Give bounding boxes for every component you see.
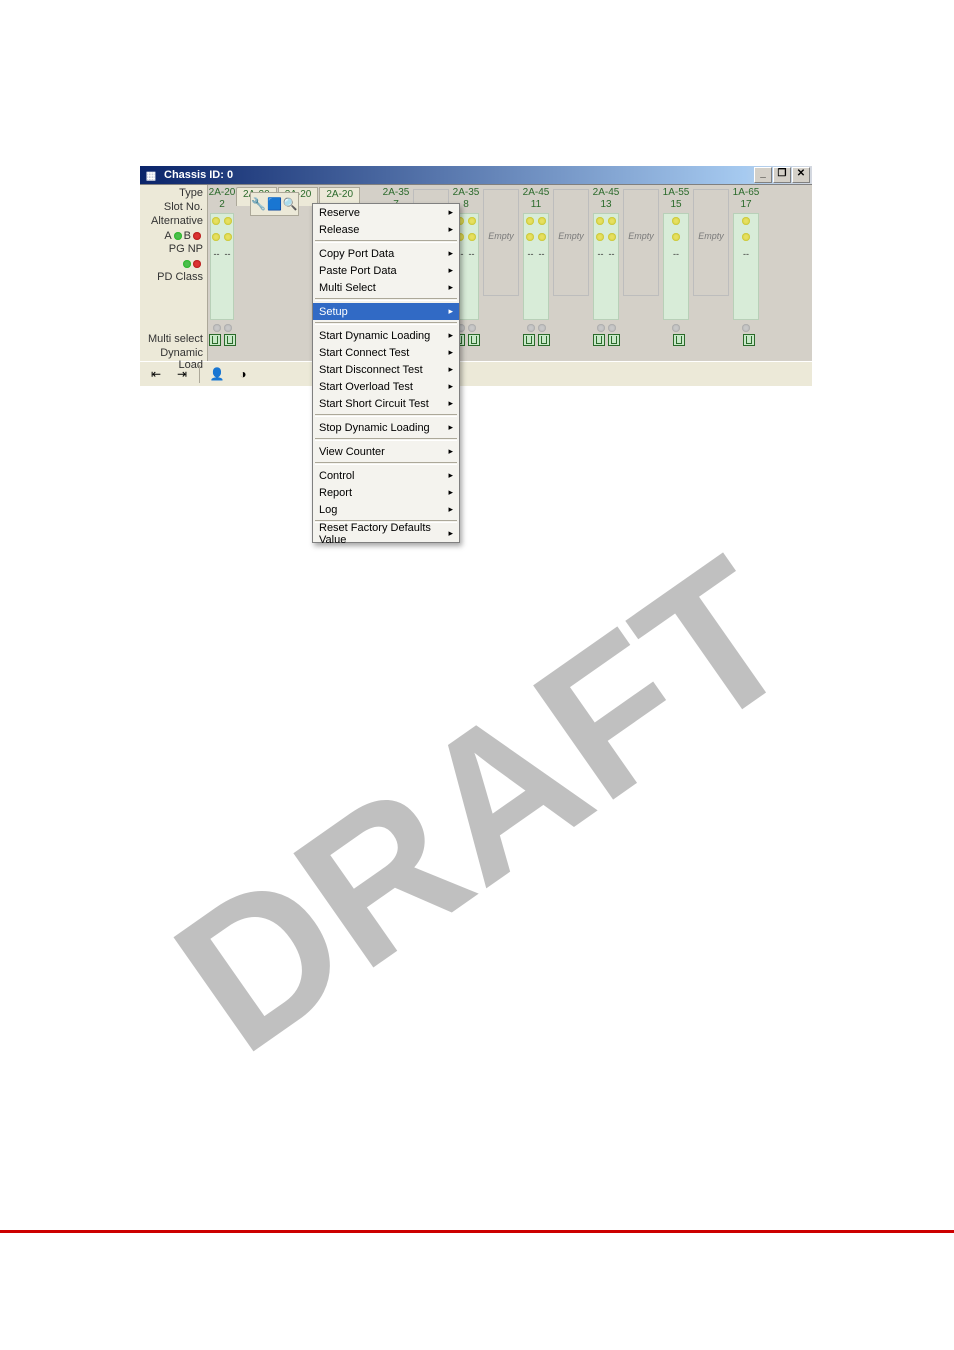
menu-start-connect-test[interactable]: Start Connect Test▸ — [313, 344, 459, 361]
submenu-arrow-icon: ▸ — [448, 207, 453, 218]
slot-empty: Empty — [691, 187, 731, 361]
menu-paste-port-data[interactable]: Paste Port Data▸ — [313, 262, 459, 279]
toolbar-btn-c[interactable]: 👤 — [205, 363, 229, 385]
slot-body[interactable]: -- -- — [210, 213, 234, 320]
toolbar-btn-b[interactable]: ⇥ — [170, 363, 194, 385]
slot-dash: -- -- — [214, 249, 231, 259]
led-b-icon — [193, 232, 201, 240]
window-title: Chassis ID: 0 — [162, 169, 754, 181]
minimize-button[interactable]: _ — [754, 167, 772, 183]
slot-col-2[interactable]: 2A-202 -- -- — [208, 187, 236, 361]
led-green-icon — [183, 260, 191, 268]
dot-icon — [224, 217, 232, 225]
app-icon: ▦ — [143, 167, 159, 183]
dot-icon — [224, 233, 232, 241]
slot-col-15[interactable]: 1A-5515 -- — [661, 187, 691, 361]
dyn-icon[interactable] — [209, 334, 221, 346]
app-window: ▦ Chassis ID: 0 _ ❐ ✕ Type Slot No. Alte… — [140, 166, 812, 386]
palette-icon[interactable]: 🟦 — [267, 197, 281, 211]
menu-view-counter[interactable]: View Counter▸ — [313, 443, 459, 460]
menu-start-overload-test[interactable]: Start Overload Test▸ — [313, 378, 459, 395]
slot-empty: Empty — [551, 187, 591, 361]
arrow-right-icon: ⇥ — [175, 367, 189, 381]
label-pdclass: PD Class — [140, 271, 207, 285]
label-alternative: Alternative — [140, 215, 207, 229]
slot-type: 2A-20 — [209, 187, 236, 198]
menu-start-disconnect-test[interactable]: Start Disconnect Test▸ — [313, 361, 459, 378]
label-dynamicload: Dynamic Load — [140, 347, 207, 361]
label-type: Type — [140, 187, 207, 201]
menu-separator — [315, 240, 457, 243]
context-menu[interactable]: Reserve▸ Release▸ Copy Port Data▸ Paste … — [312, 203, 460, 543]
menu-stop-dynamic-loading[interactable]: Stop Dynamic Loading▸ — [313, 419, 459, 436]
zoom-icon[interactable]: 🔍 — [283, 197, 297, 211]
draft-watermark: DRAFT — [100, 420, 860, 1180]
menu-reserve[interactable]: Reserve▸ — [313, 204, 459, 221]
label-slotno: Slot No. — [140, 201, 207, 215]
dot-icon — [212, 217, 220, 225]
dot-icon — [212, 233, 220, 241]
led-row — [140, 257, 207, 271]
menu-copy-port-data[interactable]: Copy Port Data▸ — [313, 245, 459, 262]
menu-setup[interactable]: Setup▸ — [313, 303, 459, 320]
toolbar-peek: 🔧 🟦 🔍 — [250, 192, 299, 216]
menu-control[interactable]: Control▸ — [313, 467, 459, 484]
dyn-icon[interactable] — [224, 334, 236, 346]
close-button[interactable]: ✕ — [792, 167, 810, 183]
menu-start-dynamic-loading[interactable]: Start Dynamic Loading▸ — [313, 327, 459, 344]
arrow-left-icon: ⇤ — [149, 367, 163, 381]
menu-reset-factory-defaults[interactable]: Reset Factory Defaults Value▸ — [313, 525, 459, 542]
menu-multi-select[interactable]: Multi Select▸ — [313, 279, 459, 296]
menu-release[interactable]: Release▸ — [313, 221, 459, 238]
svg-text:DRAFT: DRAFT — [137, 515, 829, 1094]
led-red-icon — [193, 260, 201, 268]
slot-col-13[interactable]: 2A-4513 -- -- — [591, 187, 621, 361]
restore-button[interactable]: ❐ — [773, 167, 791, 183]
tool-icon[interactable]: 🔧 — [252, 197, 266, 211]
user-icon: 👤 — [210, 367, 224, 381]
menu-report[interactable]: Report▸ — [313, 484, 459, 501]
slot-empty: Empty — [481, 187, 521, 361]
led-a-icon — [174, 232, 182, 240]
label-ab-leds: A B — [140, 229, 207, 243]
multi-dot-icon[interactable] — [213, 324, 221, 332]
slot-col-17[interactable]: 1A-6517 -- — [731, 187, 761, 361]
multi-dot-icon[interactable] — [224, 324, 232, 332]
label-multiselect: Multi select — [140, 333, 207, 347]
toolbar-btn-a[interactable]: ⇤ — [144, 363, 168, 385]
slot-empty: Empty — [621, 187, 661, 361]
menu-log[interactable]: Log▸ — [313, 501, 459, 518]
titlebar[interactable]: ▦ Chassis ID: 0 _ ❐ ✕ — [140, 166, 812, 184]
toolbar-btn-d[interactable]: ◑ — [231, 363, 255, 385]
slot-col-11[interactable]: 2A-4511 -- -- — [521, 187, 551, 361]
circle-icon: ◑ — [236, 367, 250, 381]
label-pgnp: PG NP — [140, 243, 207, 257]
red-divider — [0, 1230, 954, 1233]
separator-icon — [199, 365, 200, 383]
toolbar: ⇤ ⇥ 👤 ◑ — [140, 361, 812, 386]
menu-start-short-circuit-test[interactable]: Start Short Circuit Test▸ — [313, 395, 459, 412]
slot-num: 2 — [208, 199, 236, 211]
sidebar: Type Slot No. Alternative A B PG NP PD C… — [140, 185, 208, 361]
